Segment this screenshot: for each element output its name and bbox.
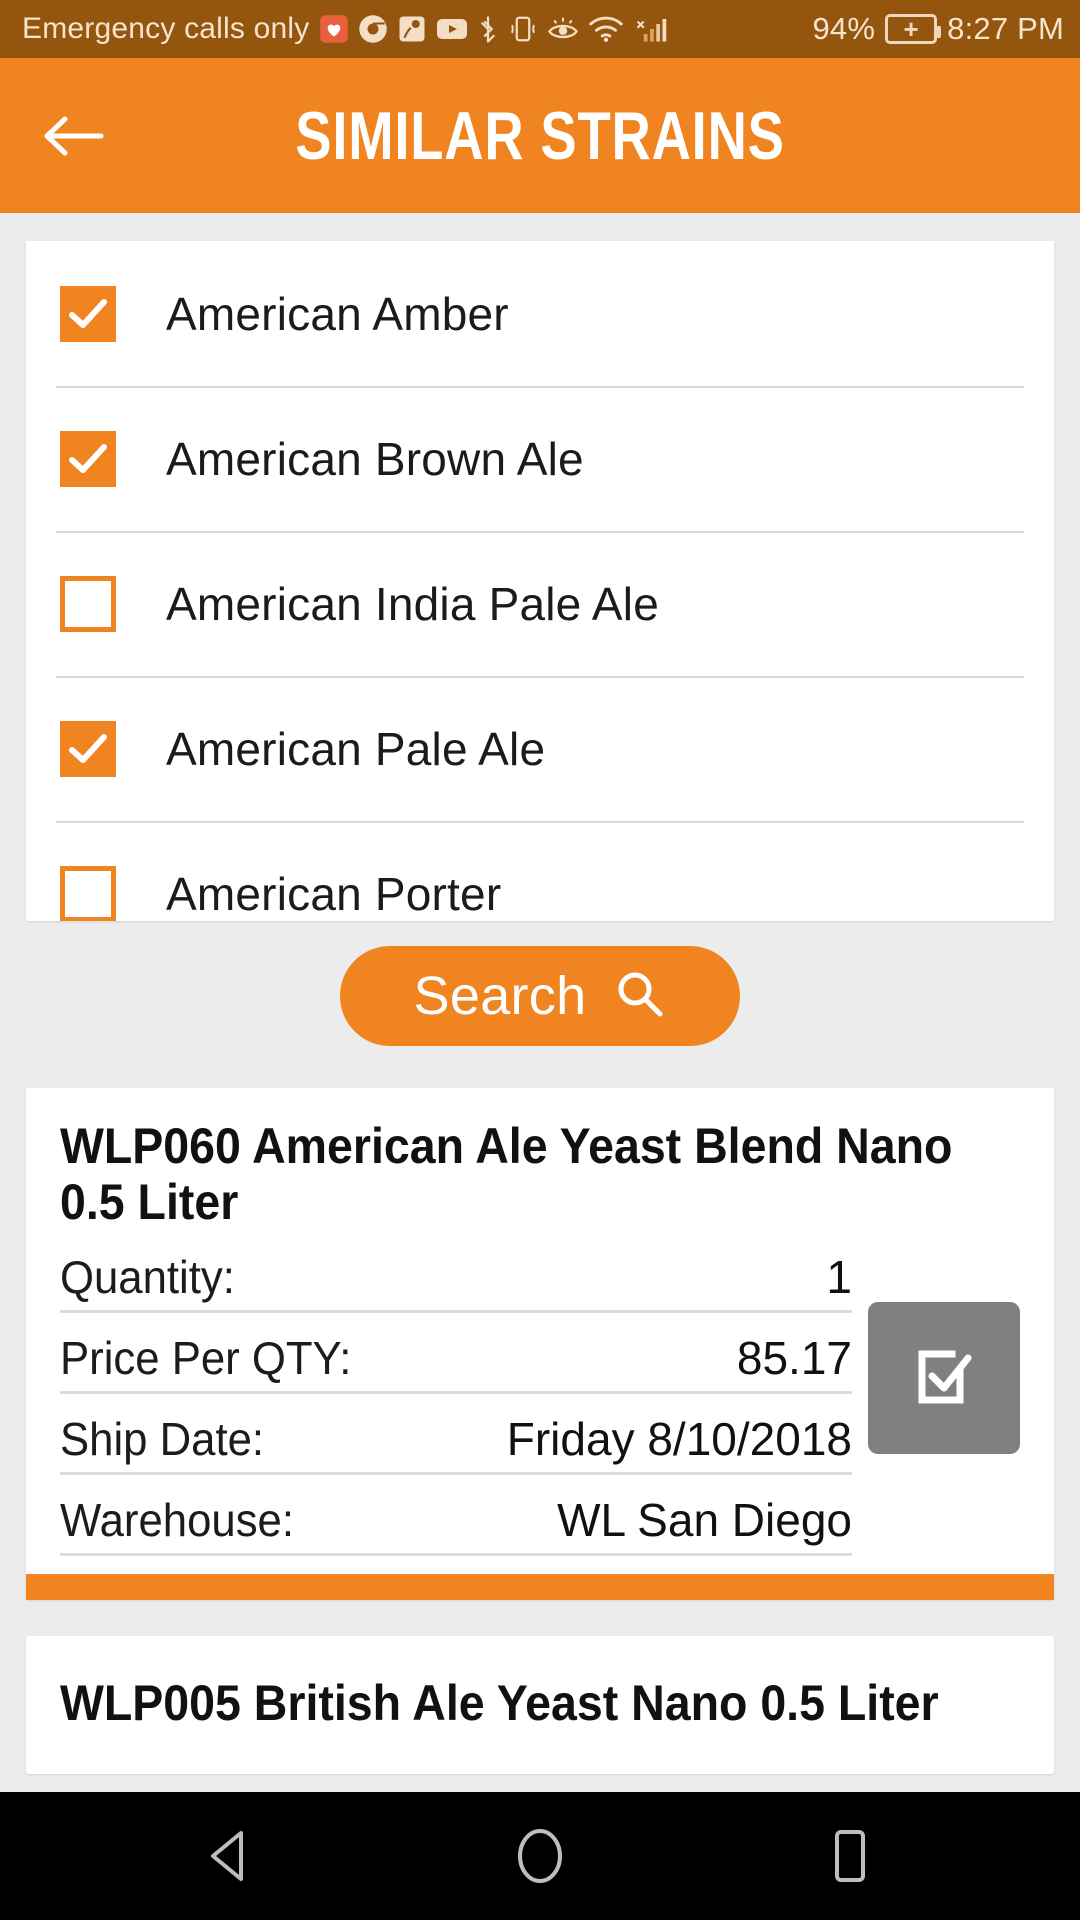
product-detail-area: Quantity: 1 Price Per QTY: 85.17 Ship Da…: [60, 1240, 1020, 1574]
list-item-label: American Pale Ale: [166, 722, 546, 775]
detail-label: Quantity:: [60, 1251, 235, 1303]
detail-row-ship-date: Ship Date: Friday 8/10/2018: [60, 1408, 852, 1475]
page-title: SIMILAR STRAINS: [295, 97, 785, 174]
result-card[interactable]: WLP005 British Ale Yeast Nano 0.5 Liter: [26, 1636, 1054, 1774]
circle-home-icon: [518, 1829, 562, 1883]
vibrate-icon: [508, 14, 538, 44]
search-button[interactable]: Search: [340, 946, 740, 1046]
detail-value: Friday 8/10/2018: [506, 1413, 852, 1465]
list-item-label: American India Pale Ale: [166, 577, 659, 630]
heart-rate-icon: [319, 14, 349, 44]
nav-back-button[interactable]: [185, 1811, 275, 1901]
checkbox-checked-icon[interactable]: [60, 430, 116, 487]
product-title: WLP005 British Ale Yeast Nano 0.5 Liter: [60, 1675, 939, 1731]
system-navigation-bar: [0, 1792, 1080, 1920]
list-item[interactable]: American Porter: [26, 821, 1054, 921]
list-item[interactable]: American India Pale Ale: [26, 531, 1054, 676]
checkbox-checked-icon[interactable]: [60, 285, 116, 342]
cellular-signal-icon: [633, 14, 667, 44]
list-item[interactable]: American Brown Ale: [26, 386, 1054, 531]
detail-value: 1: [826, 1251, 852, 1303]
result-card[interactable]: WLP060 American Ale Yeast Blend Nano 0.5…: [26, 1088, 1054, 1600]
carrier-label: Emergency calls only: [22, 12, 310, 45]
select-product-button[interactable]: [868, 1302, 1020, 1454]
list-item[interactable]: American Amber: [26, 241, 1054, 386]
nav-home-button[interactable]: [495, 1811, 585, 1901]
strain-list[interactable]: American Amber American Brown Ale Americ…: [26, 241, 1054, 921]
detail-value: 85.17: [736, 1332, 852, 1384]
detail-value: WL San Diego: [557, 1494, 852, 1546]
search-button-container: Search: [0, 946, 1080, 1046]
arrow-left-icon: [44, 116, 104, 155]
product-title: WLP060 American Ale Yeast Blend Nano 0.5…: [60, 1118, 953, 1230]
bluetooth-icon: [477, 14, 499, 44]
detail-row-price: Price Per QTY: 85.17: [60, 1327, 852, 1394]
square-recents-icon: [835, 1830, 865, 1882]
chrome-icon: [358, 14, 388, 44]
detail-row-warehouse: Warehouse: WL San Diego: [60, 1489, 852, 1556]
triangle-back-icon: [211, 1831, 243, 1881]
list-item-label: American Brown Ale: [166, 432, 584, 485]
card-accent-bar: [26, 1574, 1054, 1600]
list-item[interactable]: American Pale Ale: [26, 676, 1054, 821]
app-bar: SIMILAR STRAINS: [0, 58, 1080, 213]
product-detail-rows: Quantity: 1 Price Per QTY: 85.17 Ship Da…: [60, 1240, 852, 1574]
back-button[interactable]: [34, 96, 114, 176]
magnifier-icon: [614, 968, 666, 1025]
battery-charging-icon: +: [885, 14, 942, 44]
list-item-label: American Amber: [166, 287, 509, 340]
eye-comfort-icon: [547, 14, 579, 44]
detail-label: Ship Date:: [60, 1413, 265, 1465]
checkbox-select-icon: [908, 1340, 980, 1417]
detail-row-quantity: Quantity: 1: [60, 1246, 852, 1313]
status-notification-icons: [319, 14, 812, 44]
maps-icon: [397, 14, 427, 44]
detail-label: Warehouse:: [60, 1494, 294, 1546]
checkbox-checked-icon[interactable]: [60, 720, 116, 777]
clock-label: 8:27 PM: [947, 11, 1064, 46]
detail-label: Price Per QTY:: [60, 1332, 352, 1384]
nav-recents-button[interactable]: [805, 1811, 895, 1901]
youtube-icon: [436, 17, 468, 41]
checkbox-unchecked-icon[interactable]: [60, 575, 116, 632]
status-right-group: 94% + 8:27 PM: [812, 11, 1064, 47]
checkbox-unchecked-icon[interactable]: [60, 865, 116, 921]
search-button-label: Search: [413, 966, 587, 1026]
battery-percent-label: 94%: [812, 11, 876, 46]
wifi-icon: [588, 15, 624, 43]
status-bar: Emergency calls only 94% + 8:27 PM: [0, 0, 1080, 58]
list-item-label: American Porter: [166, 867, 502, 920]
